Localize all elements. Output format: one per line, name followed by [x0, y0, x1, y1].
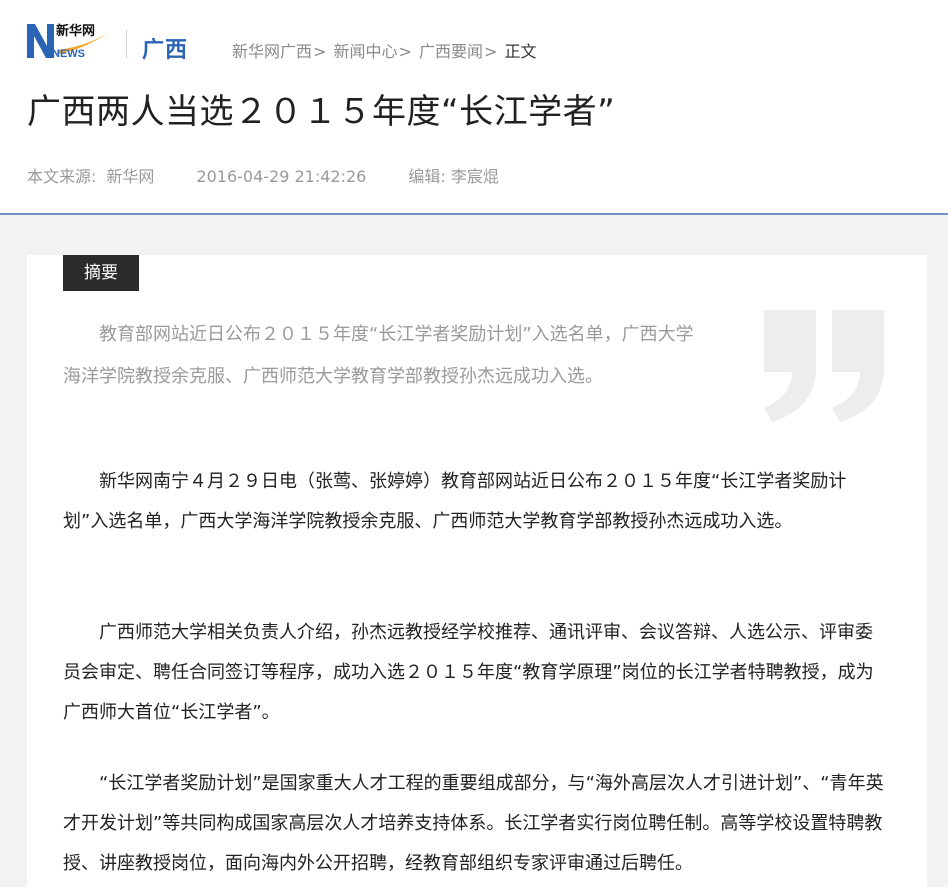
- breadcrumb-item-guangxi-news[interactable]: 广西要闻: [419, 42, 483, 61]
- closing-quote-icon: [764, 310, 886, 426]
- article-summary: 教育部网站近日公布２０１５年度“长江学者奖励计划”入选名单，广西大学海洋学院教授…: [63, 324, 694, 387]
- article-paragraph: 广西师范大学相关负责人介绍，孙杰远教授经学校推荐、通讯评审、会议答辩、人选公示、…: [63, 622, 874, 723]
- logo-news-text: NEWS: [52, 48, 85, 60]
- breadcrumb-separator: >: [484, 42, 498, 61]
- logo-divider: [126, 30, 127, 58]
- breadcrumb-separator: >: [313, 42, 327, 61]
- breadcrumb-separator: >: [398, 42, 412, 61]
- region-link-guangxi[interactable]: 广西: [142, 32, 188, 64]
- xinhua-logo-graphic: NEWS 新华网: [27, 23, 115, 60]
- site-header: NEWS 新华网 广西 新华网广西> 新闻中心> 广西要闻> 正文 广西两人当选…: [0, 0, 948, 215]
- breadcrumb: 新华网广西> 新闻中心> 广西要闻> 正文: [232, 38, 537, 62]
- publish-datetime: 2016-04-29 21:42:26: [196, 167, 367, 186]
- summary-tag: 摘要: [63, 255, 139, 291]
- article-meta: 本文来源: 新华网 2016-04-29 21:42:26 编辑: 李宸焜: [27, 163, 499, 187]
- logo-chinese-text: 新华网: [56, 23, 95, 39]
- source-label: 本文来源:: [27, 167, 97, 186]
- breadcrumb-item-xinhua-guangxi[interactable]: 新华网广西: [232, 42, 312, 61]
- breadcrumb-item-news-center[interactable]: 新闻中心: [334, 42, 398, 61]
- source-value: 新华网: [106, 167, 155, 186]
- editor-name: 编辑: 李宸焜: [408, 167, 499, 186]
- breadcrumb-current: 正文: [504, 42, 537, 61]
- xinhua-news-logo[interactable]: NEWS 新华网: [27, 20, 123, 60]
- article-title: 广西两人当选２０１５年度“长江学者”: [27, 92, 616, 132]
- article-paragraph: 新华网南宁４月２９日电（张莺、张婷婷）教育部网站近日公布２０１５年度“长江学者奖…: [63, 471, 847, 532]
- article-paragraph: “长江学者奖励计划”是国家重大人才工程的重要组成部分，与“海外高层次人才引进计划…: [63, 773, 884, 874]
